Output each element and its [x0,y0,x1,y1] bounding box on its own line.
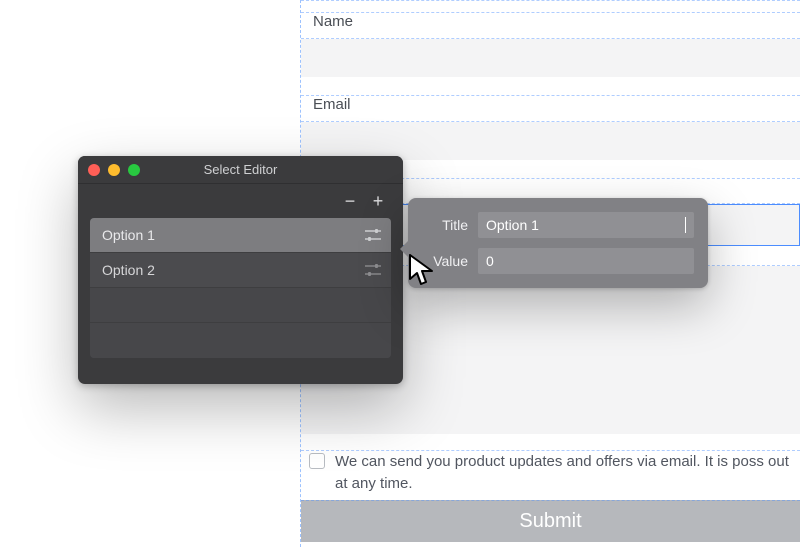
value-field-label: Value [414,253,468,269]
submit-label: Submit [519,510,581,533]
email-label: Email [301,96,800,113]
consent-text: We can send you product updates and offe… [335,451,792,495]
option-label: Option 1 [102,227,155,243]
option-row[interactable]: Option 1 [90,218,391,253]
titlebar[interactable]: Select Editor [78,156,403,184]
close-icon[interactable] [88,164,100,176]
title-input-value: Option 1 [486,217,685,233]
option-label: Option 2 [102,262,155,278]
title-input[interactable]: Option 1 [478,212,694,238]
submit-button[interactable]: Submit [301,500,800,542]
option-settings-button[interactable] [365,228,381,242]
option-row-empty [90,323,391,358]
option-row-empty [90,288,391,323]
name-input[interactable] [301,39,800,77]
value-input-value: 0 [486,253,686,269]
options-list: Option 1 Option 2 [90,218,391,358]
email-input[interactable] [301,122,800,160]
value-input[interactable]: 0 [478,248,694,274]
sliders-icon [365,263,381,277]
zoom-icon[interactable] [128,164,140,176]
consent-checkbox[interactable] [309,453,325,469]
panel-toolbar: − + [90,184,391,218]
minimize-icon[interactable] [108,164,120,176]
option-settings-button[interactable] [365,263,381,277]
option-row[interactable]: Option 2 [90,253,391,288]
select-editor-panel: Select Editor − + Option 1 Option 2 [78,156,403,384]
option-edit-popover: Title Option 1 Value 0 [408,198,708,288]
add-option-button[interactable]: + [371,192,385,210]
sliders-icon [365,228,381,242]
window-controls [88,164,140,176]
title-field-label: Title [414,217,468,233]
text-caret [685,217,686,233]
name-label: Name [301,13,800,30]
remove-option-button[interactable]: − [343,192,357,210]
